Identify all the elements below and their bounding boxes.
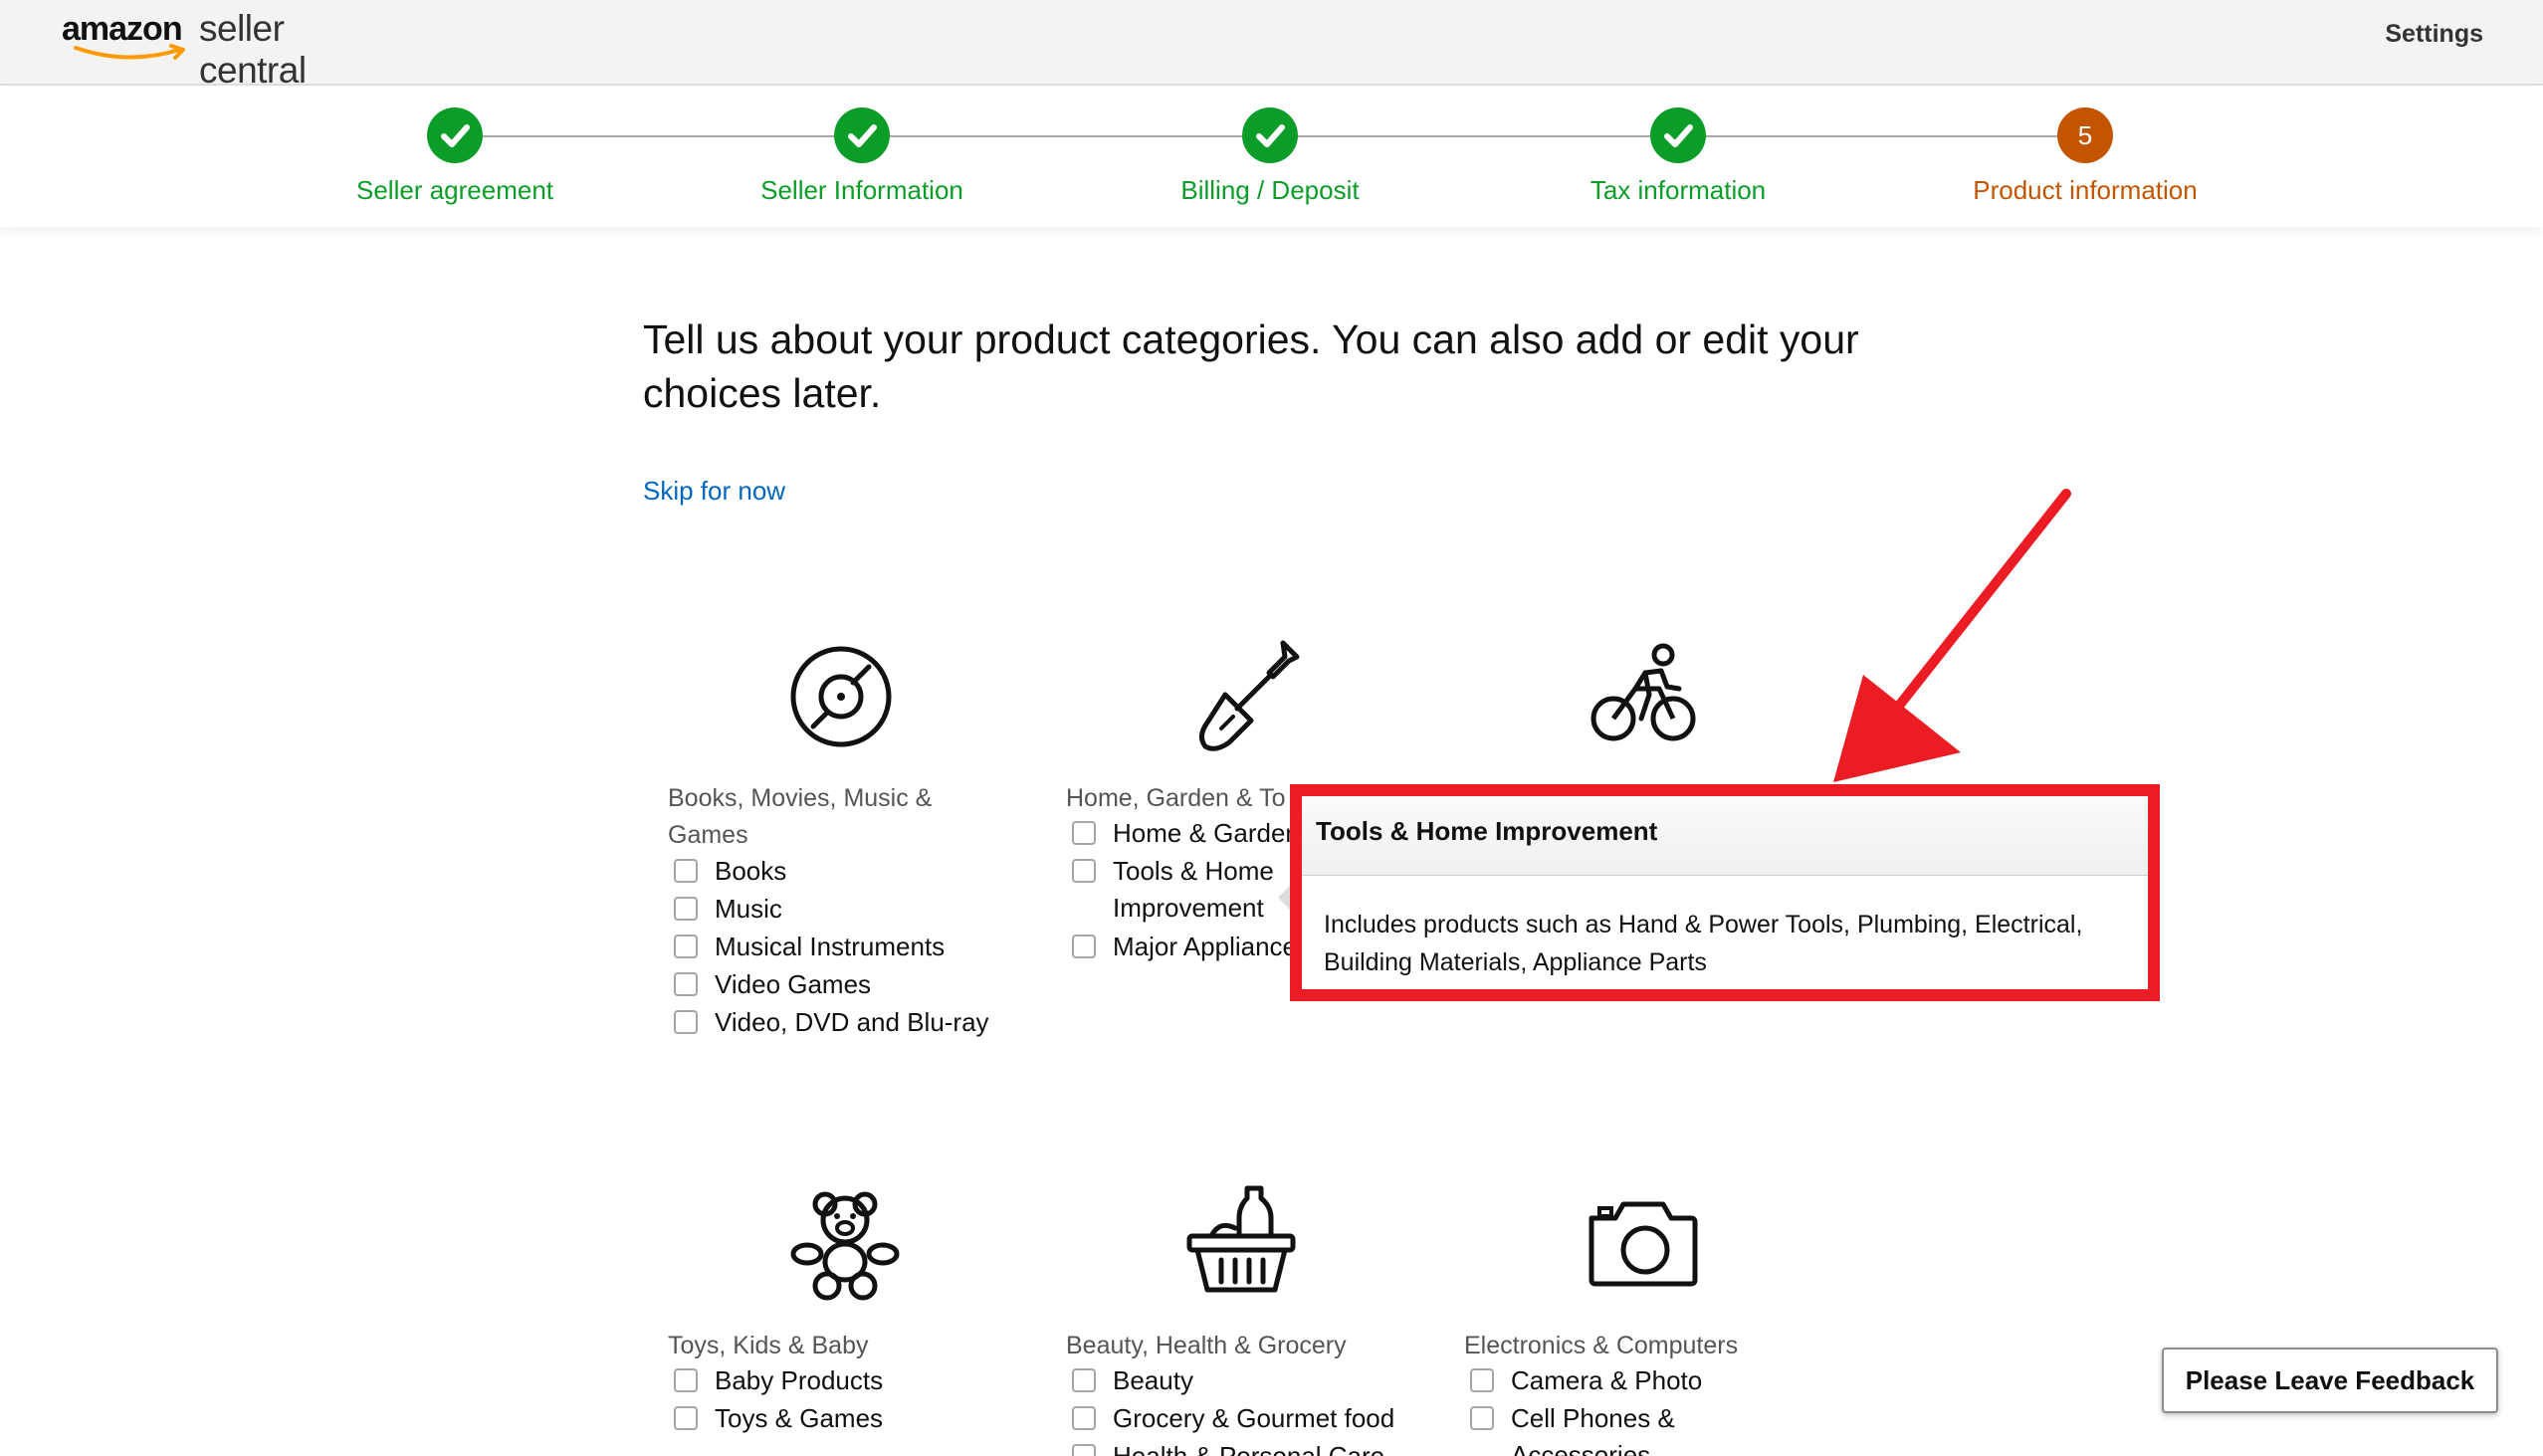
step-number: 5 (2057, 107, 2113, 163)
option-label: Books (715, 856, 787, 886)
step-tax-information[interactable]: Tax information (1529, 107, 1827, 206)
category-info-popover: Tools & Home Improvement Includes produc… (1290, 784, 2160, 1001)
page-heading: Tell us about your product categories. Y… (643, 316, 1859, 416)
step-label: Tax information (1589, 175, 1767, 205)
category-options: Beauty Grocery & Gourmet food Health & P… (1072, 1362, 1394, 1456)
category-title: Books, Movies, Music & Games (668, 784, 933, 849)
checkbox[interactable] (1072, 935, 1096, 958)
step-label: Product information (1973, 175, 2198, 205)
popover-header: Tools & Home Improvement (1302, 796, 2148, 876)
category-title: Toys, Kids & Baby (668, 1332, 869, 1359)
disc-icon (790, 646, 892, 747)
camera-icon (1589, 1201, 1698, 1287)
option-label: Major Appliance (1113, 932, 1297, 961)
step-label: Billing / Deposit (1180, 175, 1360, 205)
option-health-personal-care[interactable]: Health & Personal Care (1072, 1438, 1394, 1456)
checkbox[interactable] (1072, 1368, 1096, 1392)
option-label: Baby Products (715, 1365, 884, 1395)
option-beauty[interactable]: Beauty (1072, 1362, 1394, 1400)
checkbox[interactable] (674, 972, 698, 996)
check-icon (834, 107, 890, 163)
option-baby-products[interactable]: Baby Products (674, 1362, 883, 1400)
settings-link[interactable]: Settings (2385, 20, 2483, 49)
option-label: Video, DVD and Blu-ray (715, 1007, 989, 1037)
option-label: Musical Instruments (715, 932, 946, 961)
checkbox[interactable] (674, 897, 698, 921)
checkbox[interactable] (1072, 1406, 1096, 1430)
checkbox[interactable] (674, 1368, 698, 1392)
category-options: Camera & Photo Cell Phones & Accessories (1470, 1362, 1702, 1456)
option-musical-instruments[interactable]: Musical Instruments (674, 929, 989, 966)
registration-stepper: Seller agreement Seller Information Bill… (0, 88, 2543, 227)
step-label: Seller agreement (356, 175, 553, 205)
option-label: Grocery & Gourmet food (1113, 1403, 1395, 1433)
checkbox[interactable] (674, 859, 698, 883)
option-label: Cell Phones & Accessories (1511, 1403, 1675, 1456)
page: amazon seller central Settings Seller ag… (0, 0, 2543, 1456)
checkbox[interactable] (1072, 821, 1096, 845)
category-title: Beauty, Health & Grocery (1066, 1332, 1347, 1359)
option-label: Health & Personal Care (1113, 1441, 1385, 1456)
checkbox[interactable] (1072, 859, 1096, 883)
option-music[interactable]: Music (674, 891, 989, 929)
checkbox[interactable] (1470, 1368, 1494, 1392)
option-label: Video Games (715, 969, 872, 999)
checkbox[interactable] (674, 935, 698, 958)
annotation-arrow-icon (1833, 489, 2071, 782)
bicycle-icon (1590, 643, 1696, 741)
checkbox[interactable] (1072, 1444, 1096, 1456)
option-tools-home-improvement[interactable]: Tools & Home Improvement (1072, 853, 1300, 929)
checkbox[interactable] (1470, 1406, 1494, 1430)
step-seller-agreement[interactable]: Seller agreement (306, 107, 604, 206)
shovel-icon (1199, 640, 1300, 751)
option-label: Home & Garden (1113, 818, 1300, 848)
step-product-information[interactable]: 5 Product information (1936, 107, 2234, 206)
option-label: Beauty (1113, 1365, 1193, 1395)
checkbox[interactable] (674, 1406, 698, 1430)
option-toys-games[interactable]: Toys & Games (674, 1400, 883, 1438)
step-label: Seller Information (760, 175, 963, 205)
option-label: Music (715, 894, 782, 924)
option-video-dvd-bluray[interactable]: Video, DVD and Blu-ray (674, 1004, 989, 1042)
checkbox[interactable] (674, 1010, 698, 1034)
skip-for-now-link[interactable]: Skip for now (643, 476, 785, 507)
option-label: Toys & Games (715, 1403, 884, 1433)
popover-body: Includes products such as Hand & Power T… (1324, 911, 2083, 976)
amazon-seller-central-logo[interactable]: amazon seller central (62, 4, 390, 91)
category-options: Books Music Musical Instruments Video Ga… (674, 853, 989, 1042)
category-title: Electronics & Computers (1464, 1332, 1739, 1359)
category-options: Baby Products Toys & Games (674, 1362, 883, 1438)
option-home-garden[interactable]: Home & Garden (1072, 815, 1300, 853)
option-major-appliances[interactable]: Major Appliance (1072, 929, 1300, 966)
check-icon (427, 107, 483, 163)
check-icon (1650, 107, 1706, 163)
top-header: amazon seller central Settings (0, 0, 2543, 91)
step-seller-information[interactable]: Seller Information (713, 107, 1011, 206)
option-label: Tools & Home Improvement (1113, 856, 1274, 923)
option-label: Camera & Photo (1511, 1365, 1703, 1395)
grocery-basket-icon (1186, 1185, 1296, 1293)
popover-title: Tools & Home Improvement (1316, 816, 1658, 846)
option-camera-photo[interactable]: Camera & Photo (1470, 1362, 1702, 1400)
category-title: Home, Garden & To (1066, 784, 1286, 812)
feedback-button[interactable]: Please Leave Feedback (2162, 1348, 2498, 1413)
option-books[interactable]: Books (674, 853, 989, 891)
step-billing-deposit[interactable]: Billing / Deposit (1121, 107, 1419, 206)
amazon-smile-icon (74, 44, 185, 60)
option-video-games[interactable]: Video Games (674, 966, 989, 1004)
logo-product: seller central (199, 8, 307, 91)
teddy-bear-icon (790, 1191, 900, 1301)
option-grocery-gourmet-food[interactable]: Grocery & Gourmet food (1072, 1400, 1394, 1438)
category-options: Home & Garden Tools & Home Improvement M… (1072, 815, 1300, 966)
option-cell-phones-accessories[interactable]: Cell Phones & Accessories (1470, 1400, 1702, 1456)
check-icon (1242, 107, 1298, 163)
